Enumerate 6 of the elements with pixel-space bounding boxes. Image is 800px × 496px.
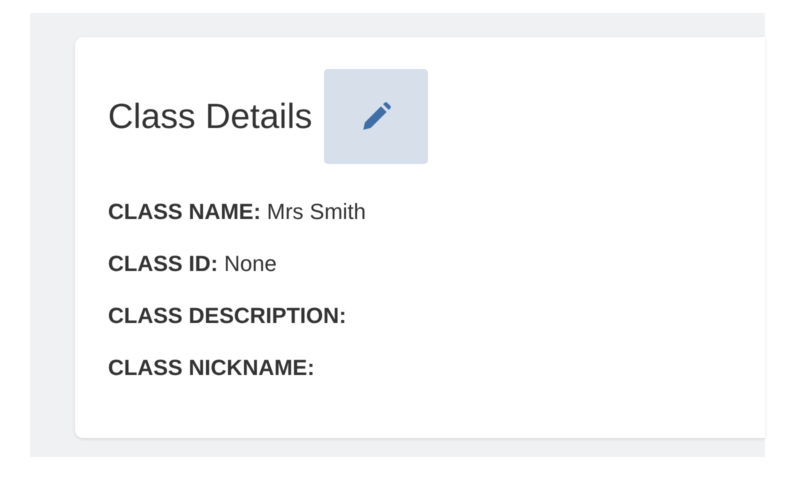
detail-field: CLASS DESCRIPTION: [108,302,765,330]
edit-button[interactable] [324,69,428,164]
detail-field: CLASS NICKNAME: [108,354,765,382]
detail-field: CLASS NAME: Mrs Smith [108,198,765,226]
card-title: Class Details [108,99,312,134]
detail-field: CLASS ID: None [108,250,765,278]
